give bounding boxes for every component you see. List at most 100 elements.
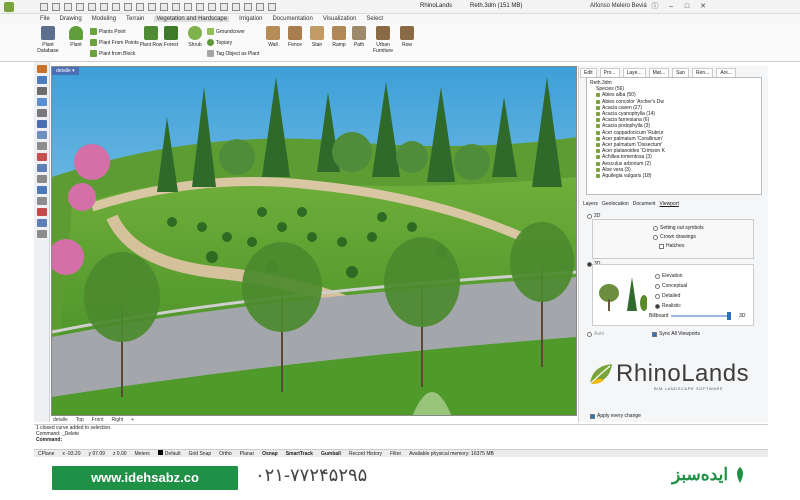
redo-icon[interactable] — [136, 3, 144, 11]
toggle-grid-snap[interactable]: Grid Snap — [189, 451, 212, 457]
slider-thumb[interactable] — [727, 312, 731, 320]
help-icon[interactable] — [268, 3, 276, 11]
plant-from-block-button[interactable]: Plant from Block — [90, 50, 135, 57]
apply-every-change-checkbox[interactable]: Apply every change — [590, 413, 641, 419]
solid-tool-icon[interactable] — [37, 175, 47, 183]
tab-top[interactable]: Top — [76, 417, 84, 423]
layer-label[interactable]: Default — [157, 450, 181, 457]
plant-button[interactable]: Plant — [62, 26, 90, 48]
cut-icon[interactable] — [88, 3, 96, 11]
layer-icon[interactable] — [208, 3, 216, 11]
line-tool-icon[interactable] — [37, 87, 47, 95]
command-prompt[interactable]: Command: — [34, 437, 768, 443]
menu-file[interactable]: File — [40, 16, 50, 22]
point-tool-icon[interactable] — [37, 76, 47, 84]
boolean-tool-icon[interactable] — [37, 208, 47, 216]
row-button[interactable]: Row — [393, 26, 421, 48]
arc-tool-icon[interactable] — [37, 131, 47, 139]
menu-modeling[interactable]: Modeling — [92, 16, 116, 22]
plant-database-button[interactable]: Plant Database — [34, 26, 62, 54]
plant-from-points-button[interactable]: Plant From Points — [90, 39, 139, 46]
properties-icon[interactable] — [220, 3, 228, 11]
subtab-viewport[interactable]: Viewport — [660, 201, 679, 207]
toggle-record-history[interactable]: Record History — [349, 451, 382, 457]
toggle-ortho[interactable]: Ortho — [219, 451, 232, 457]
viewport-title-tab[interactable]: detalle ▾ — [52, 67, 79, 75]
mesh-tool-icon[interactable] — [37, 186, 47, 194]
hatches-checkbox[interactable]: Hatches — [659, 243, 684, 249]
polygon-tool-icon[interactable] — [37, 153, 47, 161]
paste-icon[interactable] — [112, 3, 120, 11]
sync-viewports-checkbox[interactable]: Sync All Viewports — [652, 331, 700, 337]
subtab-geolocation[interactable]: Geolocation — [602, 201, 629, 207]
info-icon[interactable]: ⓘ — [650, 2, 660, 11]
text-tool-icon[interactable] — [37, 230, 47, 238]
rotate-icon[interactable] — [160, 3, 168, 11]
print-icon[interactable] — [76, 3, 84, 11]
curve-tool-icon[interactable] — [37, 109, 47, 117]
tab-add[interactable]: + — [131, 417, 134, 423]
tab-front[interactable]: Front — [92, 417, 104, 423]
osnap-icon[interactable] — [232, 3, 240, 11]
polyline-tool-icon[interactable] — [37, 98, 47, 106]
zoom-extents-icon[interactable] — [184, 3, 192, 11]
crown-drawings-radio[interactable]: Crown drawings — [653, 234, 696, 240]
menu-terrain[interactable]: Terrain — [126, 16, 144, 22]
toggle-smarttrack[interactable]: SmartTrack — [286, 451, 313, 457]
select-icon[interactable] — [196, 3, 204, 11]
tree-item[interactable]: Aquilegia vulgaris (18) — [590, 173, 758, 179]
pan-icon[interactable] — [148, 3, 156, 11]
toggle-osnap[interactable]: Osnap — [262, 451, 278, 457]
menu-documentation[interactable]: Documentation — [272, 16, 312, 22]
menu-visualization[interactable]: Visualization — [323, 16, 357, 22]
billboard-slider[interactable] — [671, 312, 731, 320]
dimension-tool-icon[interactable] — [37, 219, 47, 227]
command-area[interactable]: 1 closed curve added to selection. Comma… — [34, 424, 768, 448]
menu-drawing[interactable]: Drawing — [60, 16, 82, 22]
plants-point-button[interactable]: Plants Point — [90, 28, 126, 35]
zoom-icon[interactable] — [172, 3, 180, 11]
new-icon[interactable] — [40, 3, 48, 11]
select-tool-icon[interactable] — [37, 65, 47, 73]
groundcover-button[interactable]: Groundcover — [207, 28, 245, 35]
options-icon[interactable] — [256, 3, 264, 11]
rectangle-tool-icon[interactable] — [37, 142, 47, 150]
website-link[interactable]: www.idehsabz.co — [52, 466, 238, 490]
toggle-filter[interactable]: Filter — [390, 451, 401, 457]
surface-tool-icon[interactable] — [37, 164, 47, 172]
subtab-layers[interactable]: Layers — [583, 201, 598, 207]
maximize-icon[interactable]: □ — [682, 2, 692, 11]
transform-tool-icon[interactable] — [37, 197, 47, 205]
detailed-radio[interactable]: Detailed — [655, 293, 680, 299]
minimize-icon[interactable]: – — [666, 2, 676, 11]
copy-icon[interactable] — [100, 3, 108, 11]
auto-radio[interactable]: Auto — [587, 331, 604, 337]
menu-select[interactable]: Select — [366, 16, 383, 22]
subtab-document[interactable]: Document — [633, 201, 656, 207]
elevation-radio[interactable]: Elevation — [655, 273, 683, 279]
toggle-planar[interactable]: Planar — [240, 451, 254, 457]
tab-right[interactable]: Right — [111, 417, 123, 423]
app-icon[interactable] — [4, 2, 14, 12]
cplane-label[interactable]: CPlane — [38, 451, 54, 457]
tag-object-button[interactable]: Tag Object as Plant — [207, 50, 259, 57]
close-icon[interactable]: ✕ — [698, 2, 708, 11]
species-tree[interactable]: Reth.3dm Species (56) Abies alba (50) Ab… — [586, 77, 762, 195]
viewport-3d[interactable] — [51, 66, 577, 416]
setting-out-radio[interactable]: Setting out symbols — [653, 225, 704, 231]
render-icon[interactable] — [244, 3, 252, 11]
user-name[interactable]: Alfonso Melero Beviá — [590, 3, 647, 9]
toggle-gumball[interactable]: Gumball — [321, 451, 341, 457]
open-icon[interactable] — [52, 3, 60, 11]
units-label[interactable]: Meters — [135, 451, 150, 457]
circle-tool-icon[interactable] — [37, 120, 47, 128]
shrub-button[interactable]: Shrub — [181, 26, 209, 48]
menu-irrigation[interactable]: Irrigation — [239, 16, 262, 22]
topiary-button[interactable]: Topiary — [207, 39, 232, 46]
menu-vegetation[interactable]: Vegetation and Hardscape — [154, 16, 230, 22]
conceptual-radio[interactable]: Conceptual — [655, 283, 687, 289]
realistic-radio[interactable]: Realistic — [655, 303, 681, 309]
save-icon[interactable] — [64, 3, 72, 11]
tab-detalle[interactable]: detalle — [53, 417, 68, 423]
undo-icon[interactable] — [124, 3, 132, 11]
